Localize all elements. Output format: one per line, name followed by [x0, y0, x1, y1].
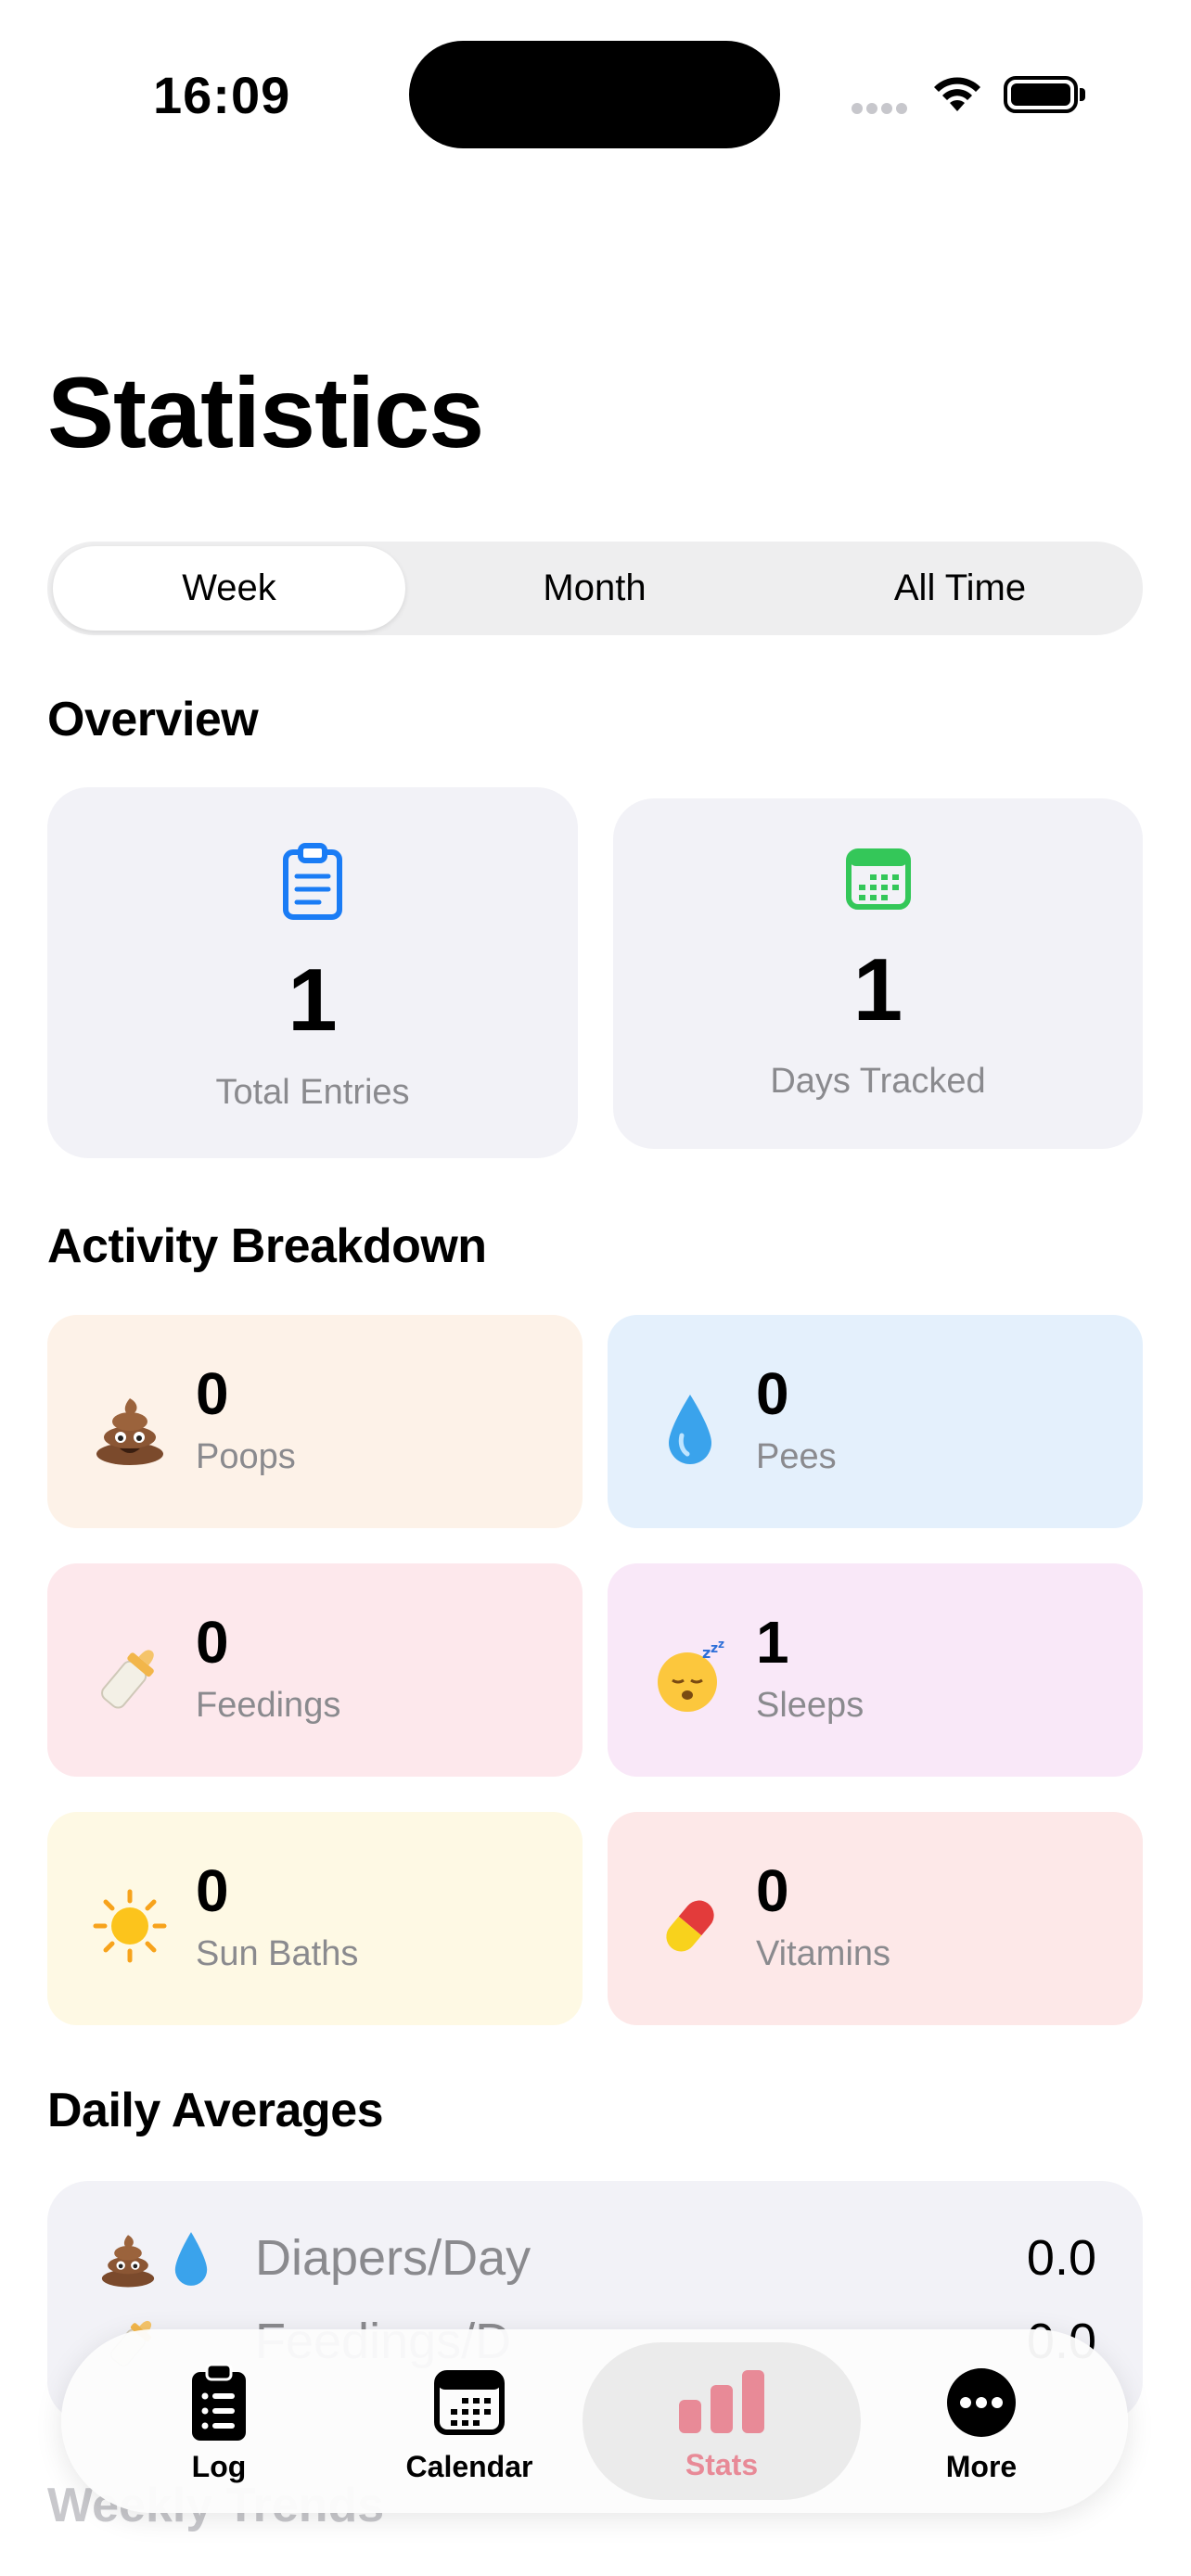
cellular-signal-icon — [852, 102, 911, 119]
feedings-value: 0 — [196, 1609, 229, 1676]
tab-calendar[interactable]: Calendar — [367, 2329, 571, 2513]
status-time: 16:09 — [153, 66, 291, 124]
calendar-icon — [846, 848, 911, 914]
tab-log-label: Log — [191, 2450, 247, 2483]
segment-month[interactable]: Month — [418, 546, 771, 631]
feedings-card[interactable]: 0 Feedings — [47, 1563, 583, 1777]
clipboard-icon — [282, 843, 343, 925]
pees-value: 0 — [756, 1360, 789, 1427]
poop-icon — [92, 1391, 168, 1467]
sleeping-face-icon: z z z — [652, 1638, 728, 1715]
feedings-label: Feedings — [196, 1686, 341, 1725]
svg-text:z: z — [702, 1644, 711, 1662]
sun-baths-card[interactable]: 0 Sun Baths — [47, 1812, 583, 2025]
activity-breakdown-title: Activity Breakdown — [47, 1219, 487, 1273]
svg-text:z: z — [718, 1639, 724, 1651]
sun-baths-value: 0 — [196, 1857, 229, 1924]
total-entries-label: Total Entries — [215, 1073, 410, 1112]
pees-card[interactable]: 0 Pees — [608, 1315, 1143, 1528]
total-entries-card: 1 Total Entries — [47, 787, 578, 1158]
droplet-icon — [168, 2229, 214, 2293]
sun-icon — [92, 1888, 168, 1964]
tab-bar: Log Calendar Stats More — [61, 2329, 1128, 2513]
tab-calendar-label: Calendar — [405, 2450, 533, 2483]
poop-icon — [98, 2229, 158, 2293]
daily-averages-title: Daily Averages — [47, 2084, 384, 2137]
ellipsis-circle-icon — [946, 2361, 1017, 2444]
svg-text:z: z — [711, 1641, 718, 1656]
vitamins-value: 0 — [756, 1857, 789, 1924]
overview-title: Overview — [47, 693, 259, 746]
vitamins-card[interactable]: 0 Vitamins — [608, 1812, 1143, 2025]
tab-more[interactable]: More — [879, 2329, 1083, 2513]
segment-week[interactable]: Week — [53, 546, 405, 631]
poops-value: 0 — [196, 1360, 229, 1427]
tab-more-label: More — [945, 2450, 1018, 2483]
page-title: Statistics — [47, 356, 484, 468]
pill-icon — [652, 1888, 728, 1964]
period-segmented-control: Week Month All Time — [47, 542, 1143, 635]
poops-card[interactable]: 0 Poops — [47, 1315, 583, 1528]
sleeps-value: 1 — [756, 1609, 789, 1676]
wifi-icon — [929, 74, 985, 120]
sleeps-card[interactable]: z z z 1 Sleeps — [608, 1563, 1143, 1777]
bar-chart-icon — [677, 2359, 766, 2442]
segment-all-time[interactable]: All Time — [784, 546, 1136, 631]
dynamic-island — [409, 41, 780, 148]
battery-cap — [1080, 88, 1085, 101]
battery-icon — [1004, 76, 1078, 113]
diapers-per-day-value: 0.0 — [1026, 2230, 1096, 2286]
tab-stats[interactable]: Stats — [583, 2342, 861, 2500]
calendar-icon — [434, 2361, 505, 2444]
days-tracked-value: 1 — [852, 940, 903, 1039]
vitamins-label: Vitamins — [756, 1934, 891, 1973]
sun-baths-label: Sun Baths — [196, 1934, 359, 1973]
tab-stats-label: Stats — [685, 2448, 759, 2481]
droplet-icon — [652, 1391, 728, 1467]
list-clipboard-icon — [190, 2361, 248, 2444]
poops-label: Poops — [196, 1437, 296, 1476]
tab-log[interactable]: Log — [117, 2329, 321, 2513]
sleeps-label: Sleeps — [756, 1686, 864, 1725]
pees-label: Pees — [756, 1437, 837, 1476]
days-tracked-card: 1 Days Tracked — [613, 798, 1143, 1149]
baby-bottle-icon — [92, 1639, 168, 1715]
diapers-per-day-label: Diapers/Day — [255, 2230, 531, 2286]
total-entries-value: 1 — [288, 950, 338, 1050]
days-tracked-label: Days Tracked — [770, 1062, 986, 1101]
